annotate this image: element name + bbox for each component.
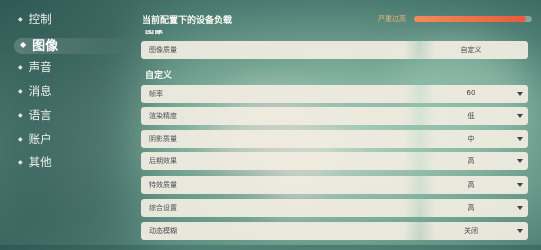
chevron-down-icon[interactable] (517, 137, 523, 141)
diamond-bullet-icon: ◆ (18, 135, 23, 143)
setting-row-effects-quality[interactable]: 特效质量 高 (141, 176, 528, 194)
setting-label: 综合设置 (149, 204, 177, 212)
sidebar-item-label: 语言 (28, 108, 52, 122)
settings-sidebar: ◆ 控制 ◆ 图像 ◆ 声音 ◆ 消息 ◆ 语言 ◆ 账户 ◆ 其他 (0, 0, 134, 245)
setting-row-image-quality[interactable]: 图像质量 自定义 (141, 41, 528, 59)
chevron-down-icon[interactable] (517, 183, 523, 187)
setting-label: 帧率 (149, 90, 163, 98)
device-load-header: 当前配置下的设备负载 严重过高 (142, 9, 532, 29)
setting-label: 阴影质量 (149, 135, 177, 143)
sidebar-item-messages[interactable]: ◆ 消息 (18, 81, 52, 101)
sidebar-item-graphics[interactable]: ◆ 图像 (20, 34, 58, 54)
chevron-down-icon[interactable] (517, 206, 523, 210)
setting-value: 高 (467, 181, 475, 189)
sidebar-item-other[interactable]: ◆ 其他 (18, 152, 52, 172)
setting-label: 动态模糊 (149, 227, 177, 235)
setting-label: 图像质量 (149, 46, 177, 54)
sidebar-item-label: 控制 (28, 12, 52, 26)
diamond-bullet-icon: ◆ (18, 15, 23, 23)
chevron-down-icon[interactable] (517, 92, 523, 96)
section-title-image: 图像 (145, 30, 164, 36)
setting-value: 高 (467, 204, 475, 212)
setting-value: 高 (467, 157, 475, 165)
diamond-bullet-icon: ◆ (20, 39, 27, 49)
sidebar-item-account[interactable]: ◆ 账户 (18, 129, 52, 149)
diamond-bullet-icon: ◆ (18, 87, 23, 95)
setting-value: 低 (467, 112, 475, 120)
device-load-bar (414, 16, 532, 22)
section-title-custom: 自定义 (145, 71, 173, 81)
setting-value: 60 (466, 89, 476, 97)
setting-label: 特效质量 (149, 181, 177, 189)
setting-value: 关闭 (464, 227, 478, 235)
chevron-down-icon[interactable] (517, 114, 523, 118)
chevron-down-icon[interactable] (517, 229, 523, 233)
setting-value: 中 (467, 135, 475, 143)
setting-label: 渲染精度 (149, 112, 177, 120)
setting-row-frame-rate[interactable]: 帧率 60 (141, 85, 528, 103)
setting-label: 后期效果 (149, 157, 177, 165)
diamond-bullet-icon: ◆ (18, 111, 23, 119)
setting-row-motion-blur[interactable]: 动态模糊 关闭 (141, 222, 528, 240)
device-load-status: 严重过高 (378, 15, 406, 23)
sidebar-item-label: 其他 (28, 155, 52, 169)
device-load-title: 当前配置下的设备负载 (142, 16, 233, 26)
setting-value: 自定义 (460, 46, 482, 54)
setting-row-shadow-quality[interactable]: 阴影质量 中 (141, 130, 528, 148)
sidebar-item-controls[interactable]: ◆ 控制 (18, 9, 52, 29)
chevron-down-icon[interactable] (517, 159, 523, 163)
setting-row-post-processing[interactable]: 后期效果 高 (141, 152, 528, 170)
sidebar-item-label: 账户 (28, 132, 52, 146)
sidebar-item-label: 声音 (28, 60, 52, 74)
sidebar-item-label: 图像 (32, 38, 59, 54)
diamond-bullet-icon: ◆ (18, 158, 23, 166)
sidebar-item-sound[interactable]: ◆ 声音 (18, 57, 52, 77)
setting-row-render-resolution[interactable]: 渲染精度 低 (141, 107, 528, 125)
setting-row-overall-settings[interactable]: 综合设置 高 (141, 199, 528, 217)
sidebar-item-label: 消息 (28, 84, 52, 98)
device-load-bar-fill (414, 16, 527, 22)
sidebar-item-language[interactable]: ◆ 语言 (18, 105, 52, 125)
diamond-bullet-icon: ◆ (18, 63, 23, 71)
